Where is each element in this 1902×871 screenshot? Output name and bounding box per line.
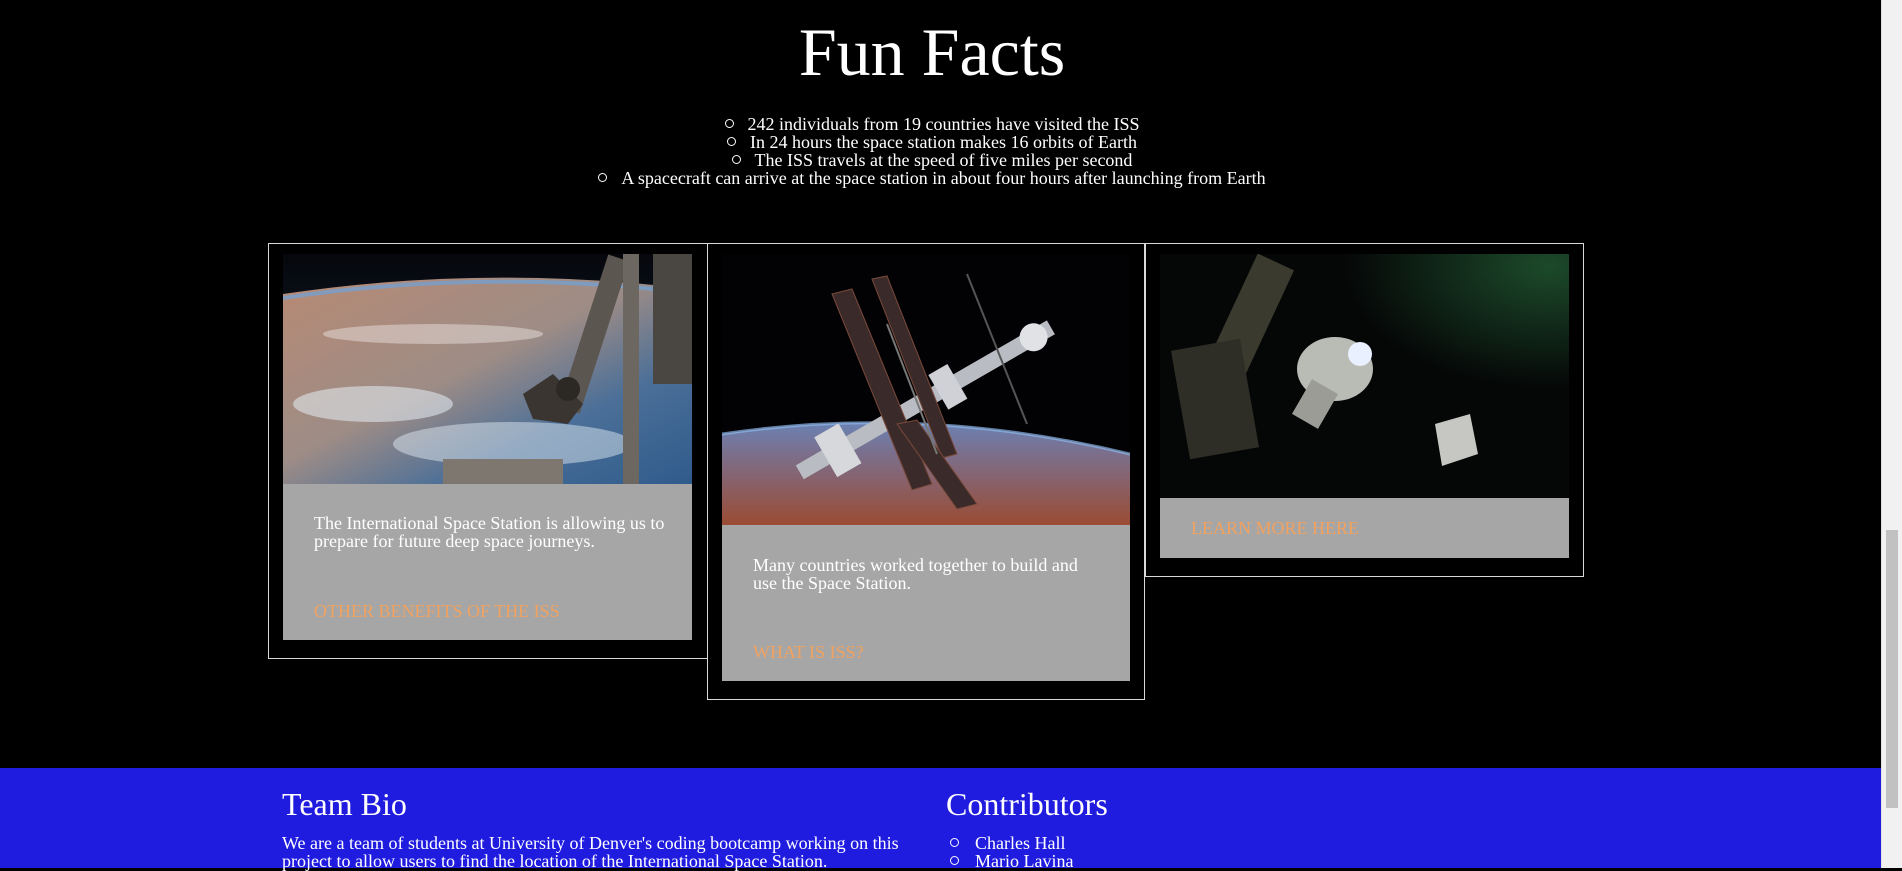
card-what-is-iss: Many countries worked together to build … — [707, 243, 1145, 700]
fun-facts-title: Fun Facts — [798, 14, 1066, 90]
fact-item: In 24 hours the space station makes 16 o… — [0, 133, 1864, 151]
page: Fun Facts 242 individuals from 19 countr… — [0, 0, 1881, 871]
card-learn-more: LEARN MORE HERE — [1145, 243, 1584, 577]
card-benefits: The International Space Station is allow… — [268, 243, 708, 659]
card-description: The International Space Station is allow… — [314, 513, 665, 551]
fact-item: A spacecraft can arrive at the space sta… — [0, 169, 1864, 187]
other-benefits-link[interactable]: OTHER BENEFITS OF THE ISS — [314, 601, 560, 622]
fun-facts-list: 242 individuals from 19 countries have v… — [0, 115, 1864, 187]
iss-robotic-arm-over-earth-photo — [283, 254, 692, 484]
card-panel: Many countries worked together to build … — [722, 525, 1130, 681]
contributors-list: Charles Hall Mario Lavina — [950, 834, 1073, 870]
contributor-item: Charles Hall — [950, 834, 1073, 852]
footer: Team Bio We are a team of students at Un… — [0, 768, 1881, 871]
what-is-iss-link[interactable]: WHAT IS ISS? — [753, 642, 864, 663]
scrollbar-thumb[interactable] — [1886, 530, 1898, 808]
contributor-item: Mario Lavina — [950, 852, 1073, 870]
card-panel: LEARN MORE HERE — [1160, 498, 1569, 558]
astronaut-spacewalk-photo — [1160, 254, 1569, 498]
learn-more-link[interactable]: LEARN MORE HERE — [1191, 518, 1359, 539]
team-bio-text: We are a team of students at University … — [282, 833, 899, 871]
fact-item: The ISS travels at the speed of five mil… — [0, 151, 1864, 169]
vertical-scrollbar[interactable] — [1881, 0, 1902, 868]
card-panel: The International Space Station is allow… — [283, 484, 692, 640]
fact-item: 242 individuals from 19 countries have v… — [0, 115, 1864, 133]
contributors-heading: Contributors — [946, 786, 1108, 822]
team-bio-heading: Team Bio — [282, 786, 407, 822]
iss-in-orbit-photo — [722, 254, 1130, 525]
card-description: Many countries worked together to build … — [753, 555, 1078, 593]
